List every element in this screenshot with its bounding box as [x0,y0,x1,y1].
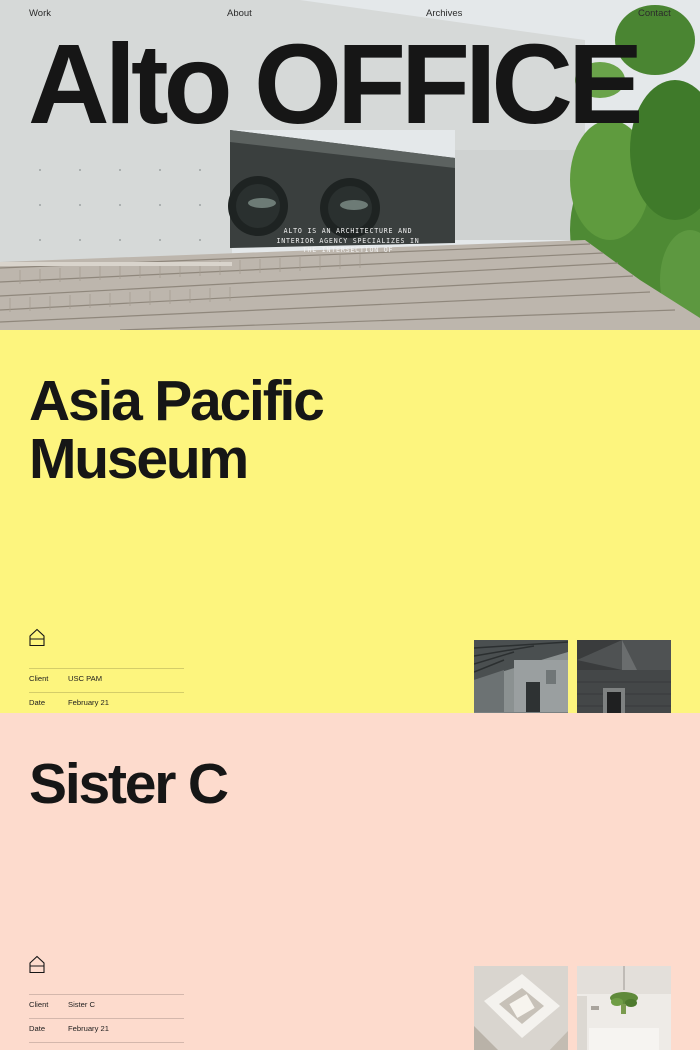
meta-row-date: Date February 21 [29,1018,184,1042]
hero-section: Work About Archives Contact Alto OFFICE … [0,0,700,330]
nav-work-link[interactable]: Work [29,8,51,19]
project-title[interactable]: Sister C [29,755,429,813]
meta-row-year [29,1042,184,1050]
project-card-sister-c[interactable]: Sister C Client Sister C Date February 2… [0,713,700,1050]
site-title: Alto OFFICE [28,21,643,147]
nav-archives-link[interactable]: Archives [426,8,462,19]
house-outline-icon [29,628,45,647]
meta-label: Client [29,674,49,683]
project-card-asia-pacific-museum[interactable]: Asia Pacific Museum Client USC PAM Date … [0,330,700,713]
meta-value: February 21 [68,698,109,707]
hero-tagline: ALTO IS AN ARCHITECTURE AND INTERIOR AGE… [276,227,420,254]
project-thumbnail-white-interior[interactable] [474,966,568,1050]
project-thumbnail-concrete-corridor[interactable] [474,640,568,713]
project-meta: Client Sister C Date February 21 [29,994,184,1050]
nav-contact-link[interactable]: Contact [638,8,671,19]
house-outline-icon [29,955,45,974]
meta-row-client: Client USC PAM [29,668,184,692]
meta-label: Date [29,1024,46,1033]
meta-row-date: Date February 21 [29,692,184,713]
project-title[interactable]: Asia Pacific Museum [29,372,429,488]
meta-label: Client [29,1000,49,1009]
meta-value: USC PAM [68,674,103,683]
project-thumbnail-dark-facade[interactable] [577,640,671,713]
meta-value: Sister C [68,1000,96,1009]
meta-value: February 21 [68,1024,109,1033]
project-thumbnail-plant-interior[interactable] [577,966,671,1050]
meta-row-client: Client Sister C [29,994,184,1018]
meta-label: Date [29,698,46,707]
nav-about-link[interactable]: About [227,8,252,19]
project-meta: Client USC PAM Date February 21 [29,668,184,713]
